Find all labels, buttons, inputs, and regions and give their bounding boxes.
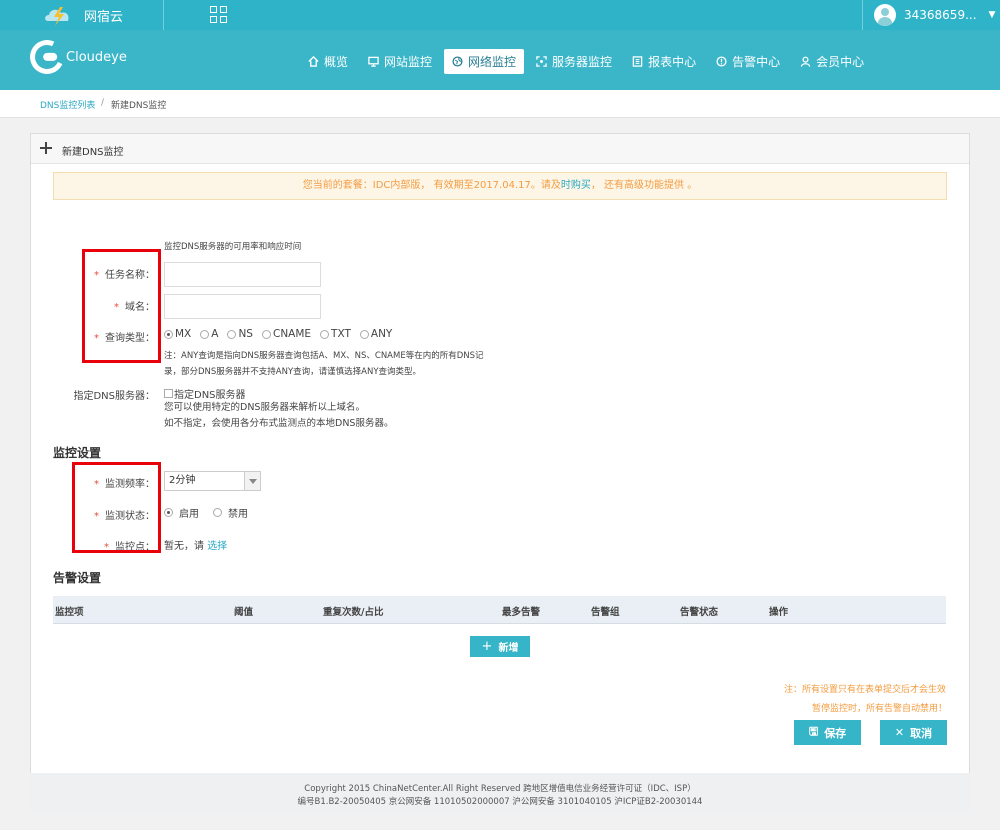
domain-input[interactable] bbox=[164, 294, 321, 319]
pause-note: 暂停监控时，所有告警自动禁用！ bbox=[811, 704, 947, 714]
close-icon: ✕ bbox=[894, 726, 905, 739]
highlight-box bbox=[82, 249, 161, 363]
notice-text: 您当前的套餐：IDC内部版， 有效期至2017.04.17。请及 bbox=[302, 180, 561, 191]
query-type-txt[interactable]: TXT bbox=[320, 328, 351, 340]
column-header: 操作 bbox=[769, 607, 789, 618]
nav-item-label: 服务器监控 bbox=[552, 55, 613, 69]
monitor-icon bbox=[368, 56, 379, 67]
user-icon bbox=[800, 56, 811, 67]
panel-header: 新建DNS监控 bbox=[31, 134, 969, 164]
plus-icon bbox=[40, 142, 52, 154]
highlight-box bbox=[72, 462, 161, 553]
cloudeye-brand[interactable]: Cloudeye bbox=[25, 35, 127, 79]
column-header: 监控项 bbox=[55, 607, 84, 618]
topbar-divider bbox=[163, 0, 164, 30]
avatar bbox=[874, 4, 896, 26]
column-header: 告警组 bbox=[591, 607, 620, 618]
copyright: Copyright 2015 ChinaNetCenter.All Right … bbox=[304, 784, 696, 794]
nav-item-label: 网站监控 bbox=[384, 55, 433, 69]
nav-item-overview[interactable]: 概览 bbox=[300, 49, 356, 74]
cloudeye-logo-icon bbox=[25, 35, 69, 79]
points-value: 暂无，请 选择 bbox=[164, 537, 227, 552]
query-type-any[interactable]: ANY bbox=[359, 328, 392, 340]
query-type-ns[interactable]: NS bbox=[227, 328, 253, 340]
top-bar: 网宿云 34368659... ▼ bbox=[0, 0, 1000, 30]
select-points-link[interactable]: 选择 bbox=[207, 537, 227, 552]
brand-name: Cloudeye bbox=[66, 49, 127, 65]
server-icon bbox=[536, 56, 547, 67]
submit-note: 注：所有设置只有在表单提交后才会生效 bbox=[783, 685, 946, 695]
query-type-cname[interactable]: CNAME bbox=[261, 328, 311, 340]
globe-icon bbox=[452, 56, 463, 67]
column-header: 重复次数/占比 bbox=[323, 607, 384, 618]
form-intro: 监控DNS服务器的可用率和响应时间 bbox=[164, 242, 302, 252]
nav-item-member-center[interactable]: 会员中心 bbox=[792, 49, 872, 74]
task-name-input[interactable] bbox=[164, 262, 321, 287]
topbar-divider bbox=[862, 0, 863, 30]
chevron-down-icon bbox=[244, 472, 260, 490]
alert-icon bbox=[716, 56, 727, 67]
breadcrumb: DNS监控列表 / 新建DNS监控 bbox=[0, 90, 1000, 118]
notice-text-end: ， 还有高级功能提供 。 bbox=[590, 180, 698, 191]
nav-item-server-monitor[interactable]: 服务器监控 bbox=[528, 49, 620, 74]
query-type-group: MX A NS CNAME TXT ANY bbox=[164, 328, 401, 340]
breadcrumb-current: 新建DNS监控 bbox=[111, 101, 167, 111]
column-header: 最多告警 bbox=[502, 607, 541, 618]
status-group: 启用 禁用 bbox=[164, 505, 257, 520]
report-icon bbox=[632, 56, 643, 67]
nav-item-label: 会员中心 bbox=[816, 55, 865, 69]
frequency-select[interactable]: 2分钟 bbox=[164, 471, 261, 491]
page-footer: Copyright 2015 ChinaNetCenter.All Right … bbox=[30, 773, 970, 814]
dns-server-checkbox[interactable]: 指定DNS服务器 bbox=[164, 386, 246, 401]
query-type-mx[interactable]: MX bbox=[164, 328, 191, 340]
plan-notice: 您当前的套餐：IDC内部版， 有效期至2017.04.17。请及时购买， 还有高… bbox=[53, 172, 947, 200]
nav-menu: 概览 网站监控 网络监控 服务器监控 报表中心 告警中心 会员中心 bbox=[300, 49, 876, 74]
query-type-note: 注：ANY查询是指向DNS服务器查询包括A、MX、NS、CNAME等在内的所有D… bbox=[164, 351, 484, 377]
buy-link[interactable]: 时购买 bbox=[561, 180, 591, 191]
alert-settings-title: 告警设置 bbox=[53, 571, 102, 585]
nav-item-alert-center[interactable]: 告警中心 bbox=[708, 49, 788, 74]
column-header: 阈值 bbox=[234, 607, 254, 618]
add-alert-button[interactable]: + 新增 bbox=[470, 636, 530, 657]
breadcrumb-separator: / bbox=[101, 98, 105, 108]
cancel-button[interactable]: ✕ 取消 bbox=[880, 720, 947, 745]
logo-text: 网宿云 bbox=[84, 9, 124, 25]
license: 编号B1.B2-20050405 京公网安备 11010502000007 沪公… bbox=[297, 797, 703, 807]
status-disabled[interactable]: 禁用 bbox=[213, 505, 248, 520]
nav-item-report-center[interactable]: 报表中心 bbox=[624, 49, 704, 74]
save-icon: 🖫 bbox=[808, 725, 819, 738]
nav-item-label: 网络监控 bbox=[468, 55, 517, 69]
caret-down-icon: ▼ bbox=[988, 10, 996, 20]
nav-item-website-monitor[interactable]: 网站监控 bbox=[360, 49, 440, 74]
panel-title: 新建DNS监控 bbox=[62, 147, 124, 158]
frequency-value: 2分钟 bbox=[169, 475, 196, 486]
apps-grid-icon[interactable] bbox=[210, 6, 228, 24]
main-nav: Cloudeye 概览 网站监控 网络监控 服务器监控 报表中心 告警中心 会员… bbox=[0, 30, 1000, 90]
alert-table-header: 监控项 阈值 重复次数/占比 最多告警 告警组 告警状态 操作 bbox=[53, 596, 946, 624]
cloud-lightning-icon bbox=[45, 7, 69, 26]
save-button[interactable]: 🖫 保存 bbox=[794, 720, 861, 745]
nav-item-network-monitor[interactable]: 网络监控 bbox=[444, 49, 525, 74]
status-enabled[interactable]: 启用 bbox=[164, 505, 199, 520]
query-type-a[interactable]: A bbox=[200, 328, 218, 340]
monitor-settings-title: 监控设置 bbox=[53, 446, 102, 460]
breadcrumb-dns-list[interactable]: DNS监控列表 bbox=[40, 98, 95, 111]
user-menu[interactable]: 34368659... ▼ bbox=[874, 3, 995, 27]
nav-item-label: 告警中心 bbox=[732, 55, 781, 69]
plus-icon: + bbox=[481, 639, 493, 654]
checkbox bbox=[164, 389, 173, 398]
dns-server-label: 指定DNS服务器： bbox=[73, 391, 155, 402]
column-header: 告警状态 bbox=[680, 607, 719, 618]
nav-item-label: 概览 bbox=[324, 55, 349, 69]
dns-server-note: 您可以使用特定的DNS服务器来解析以上域名。 如不指定，会使用各分布式监测点的本… bbox=[164, 402, 394, 429]
username: 34368659... bbox=[904, 8, 977, 22]
home-icon bbox=[308, 56, 319, 67]
wangsu-logo[interactable]: 网宿云 bbox=[42, 2, 123, 28]
nav-item-label: 报表中心 bbox=[648, 55, 697, 69]
